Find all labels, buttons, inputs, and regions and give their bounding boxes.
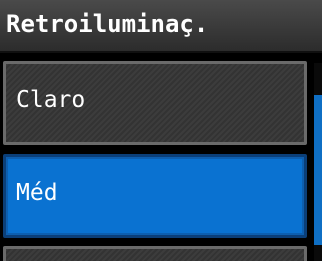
option-claro-button[interactable]: Claro — [3, 61, 307, 145]
title-bar: Retroiluminaç. — [0, 0, 322, 53]
backlight-settings-screen: Retroiluminaç. Claro Méd — [0, 0, 322, 261]
option-label: Méd — [16, 180, 58, 206]
option-label: Claro — [16, 87, 86, 113]
scrollbar-thumb[interactable] — [314, 95, 322, 245]
options-list: Claro Méd — [0, 53, 322, 261]
scrollbar-track[interactable] — [314, 63, 322, 261]
option-med-button[interactable]: Méd — [3, 154, 307, 238]
screen-title: Retroiluminaç. — [6, 10, 209, 38]
next-option-button-partial[interactable] — [3, 246, 307, 261]
